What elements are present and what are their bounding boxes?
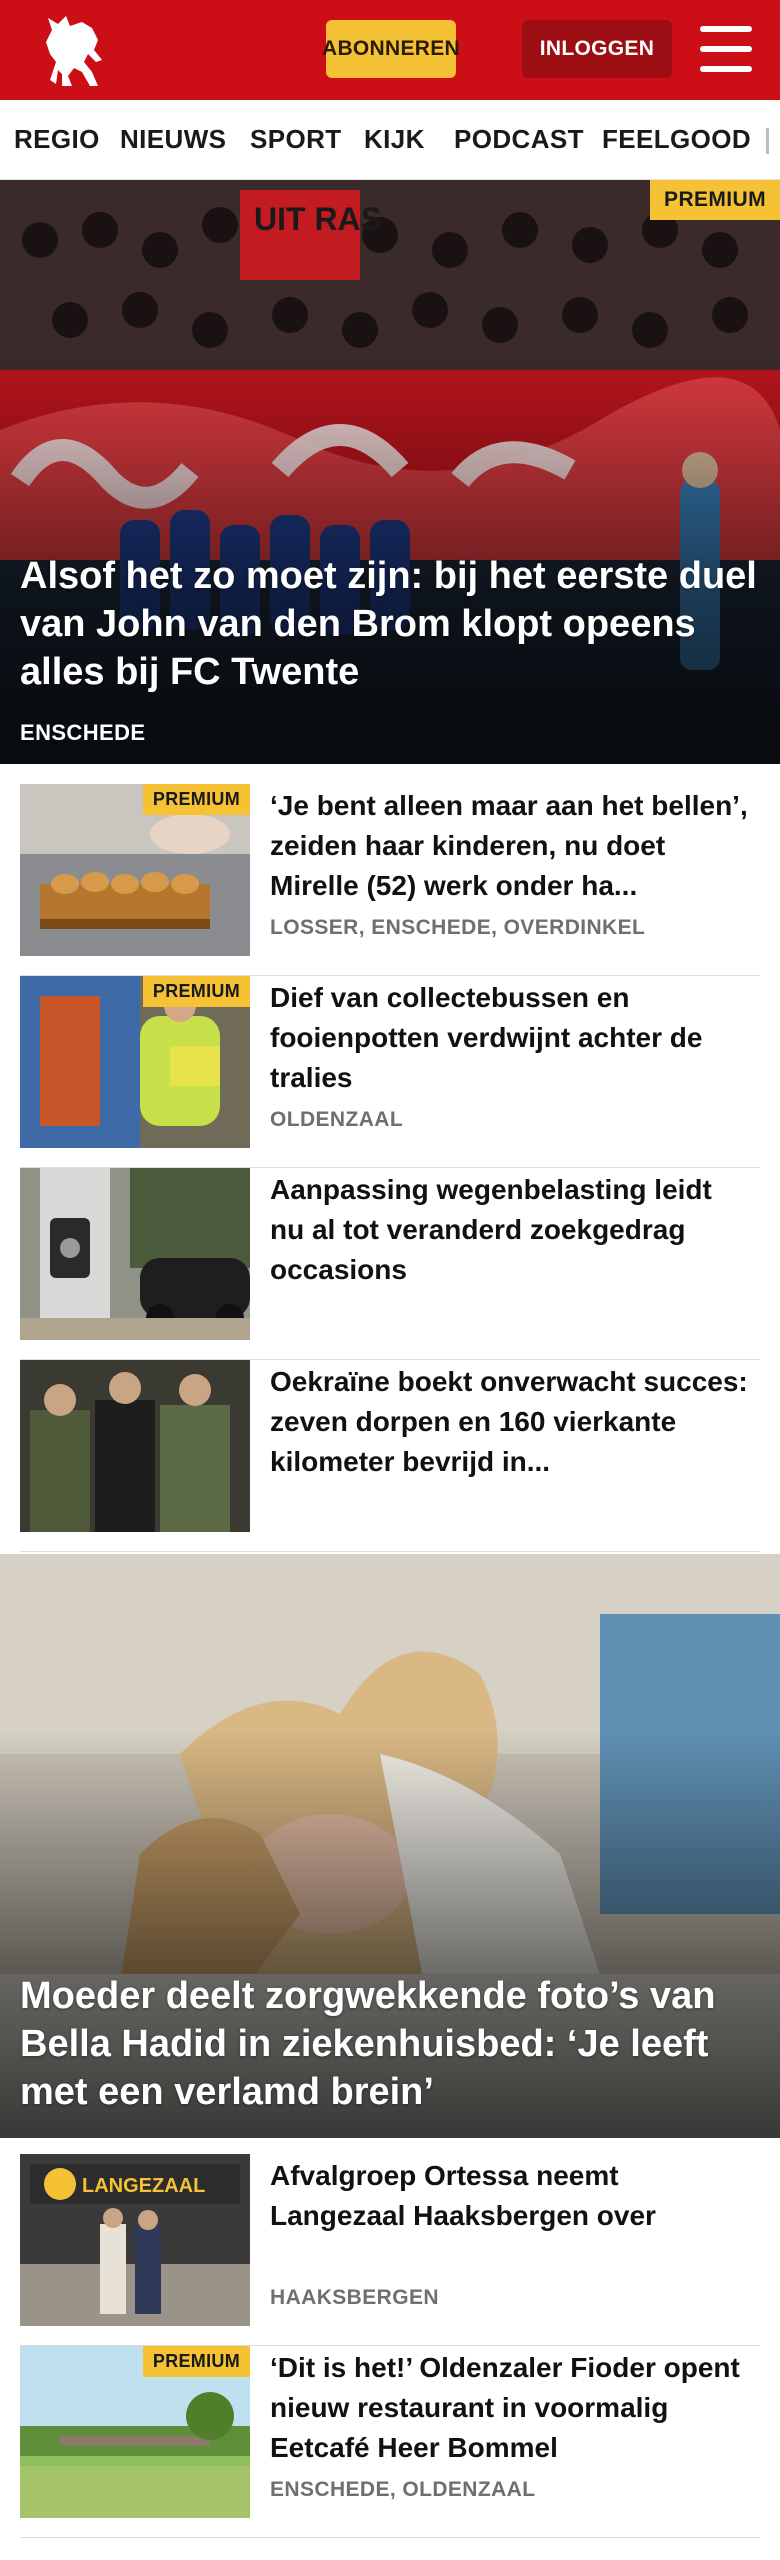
nav-overflow-indicator — [766, 128, 769, 154]
hero-article-bella-hadid[interactable]: Moeder deelt zorgwekkende foto’s van Bel… — [0, 1554, 780, 2138]
svg-text:UIT RAS: UIT RAS — [254, 201, 382, 237]
list-item[interactable]: PREMIUM ‘Je bent alleen maar aan het bel… — [20, 784, 760, 976]
hero-headline[interactable]: Alsof het zo moet zijn: bij het eerste d… — [20, 552, 760, 696]
premium-badge: PREMIUM — [142, 784, 250, 815]
list-item[interactable]: LANGEZAAL Afvalgroep Ortessa neemt Lange… — [20, 2154, 760, 2346]
svg-text:LANGEZAAL: LANGEZAAL — [82, 2175, 205, 2197]
hero-headline[interactable]: Moeder deelt zorgwekkende foto’s van Bel… — [20, 1972, 760, 2116]
login-button[interactable]: INLOGGEN — [522, 20, 672, 78]
article-thumbnail: PREMIUM — [20, 2346, 250, 2518]
list-item[interactable]: PREMIUM ‘Dit is het!’ Oldenzaler Fioder … — [20, 2346, 760, 2538]
article-title[interactable]: Dief van collectebussen en fooienpotten … — [270, 978, 750, 1098]
article-thumbnail: PREMIUM — [20, 976, 250, 1148]
list-item[interactable]: Oekraïne boekt onverwacht succes: zeven … — [20, 1360, 760, 1552]
nav-item-podcast[interactable]: PODCAST — [454, 124, 584, 155]
article-thumbnail — [20, 1360, 250, 1532]
nav-item-sport[interactable]: SPORT — [250, 124, 342, 155]
hero-location: ENSCHEDE — [20, 720, 146, 745]
nav-item-feelgood[interactable]: FEELGOOD — [602, 124, 751, 155]
article-location: HAAKSBERGEN — [270, 2286, 439, 2309]
premium-badge: PREMIUM — [142, 976, 250, 1007]
hero-article-fc-twente[interactable]: UIT RAS PREMIUM Alsof het zo moet zijn: … — [0, 180, 780, 764]
article-location: OLDENZAAL — [270, 1108, 404, 1131]
nav-item-kijk[interactable]: KIJK — [364, 124, 425, 155]
section-nav: REGIO NIEUWS SPORT KIJK PODCAST FEELGOOD — [0, 100, 780, 180]
menu-icon[interactable] — [700, 26, 752, 72]
article-title[interactable]: Afvalgroep Ortessa neemt Langezaal Haaks… — [270, 2156, 750, 2236]
article-title[interactable]: ‘Je bent alleen maar aan het bellen’, ze… — [270, 786, 750, 906]
premium-badge: PREMIUM — [650, 180, 780, 220]
article-title[interactable]: Oekraïne boekt onverwacht succes: zeven … — [270, 1362, 750, 1482]
article-thumbnail: PREMIUM — [20, 784, 250, 956]
article-location: ENSCHEDE, OLDENZAAL — [270, 2478, 536, 2501]
article-title[interactable]: Aanpassing wegenbelasting leidt nu al to… — [270, 1170, 750, 1290]
article-thumbnail: LANGEZAAL — [20, 2154, 250, 2326]
list-item[interactable]: PREMIUM Dief van collectebussen en fooie… — [20, 976, 760, 1168]
nav-item-nieuws[interactable]: NIEUWS — [120, 124, 226, 155]
nav-item-regio[interactable]: REGIO — [14, 124, 100, 155]
tubantia-horse-logo[interactable] — [36, 10, 110, 90]
subscribe-button[interactable]: ABONNEREN — [322, 20, 460, 78]
article-title[interactable]: ‘Dit is het!’ Oldenzaler Fioder opent ni… — [270, 2348, 750, 2468]
article-thumbnail — [20, 1168, 250, 1340]
article-location: LOSSER, ENSCHEDE, OVERDINKEL — [270, 916, 646, 939]
premium-badge: PREMIUM — [142, 2346, 250, 2377]
list-item[interactable]: Aanpassing wegenbelasting leidt nu al to… — [20, 1168, 760, 1360]
top-header: ABONNEREN INLOGGEN — [0, 0, 780, 100]
